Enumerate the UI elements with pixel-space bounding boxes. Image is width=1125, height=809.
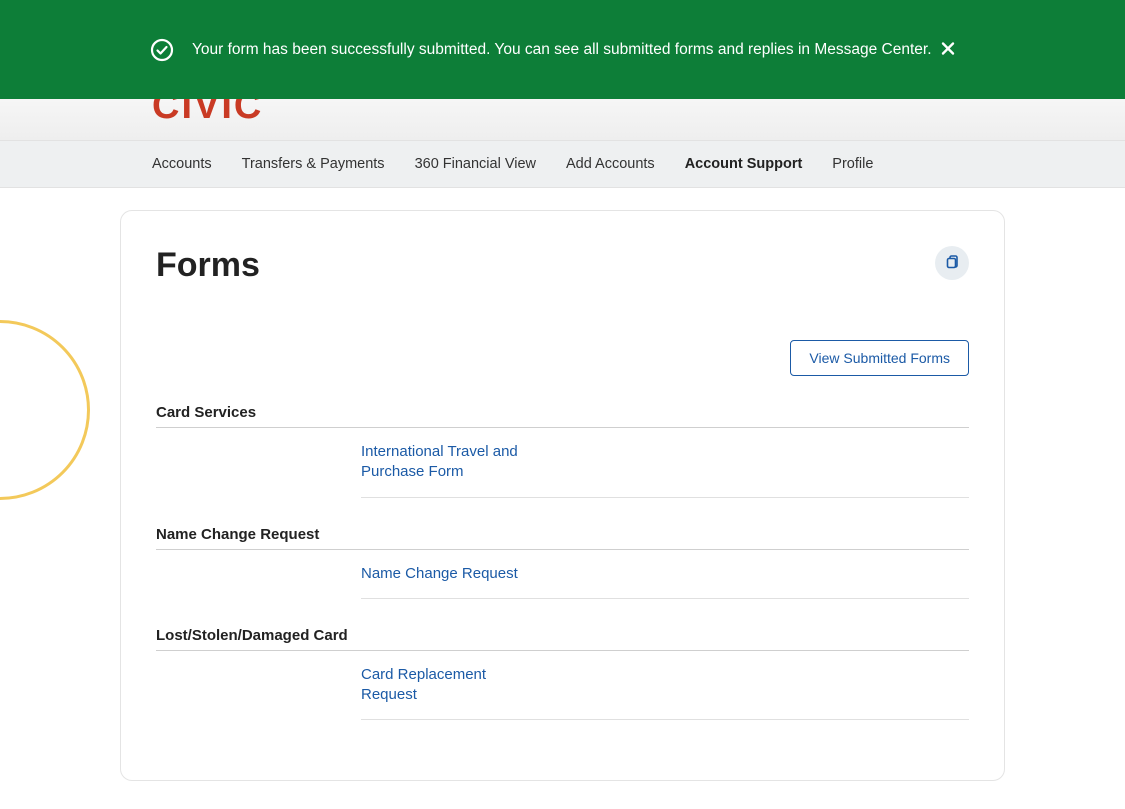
nav-add-accounts[interactable]: Add Accounts [566,156,655,172]
section-lost-stolen-damaged: Lost/Stolen/Damaged Card Card Replacemen… [156,627,969,721]
forms-card: Forms View Submitted Forms Card Services… [120,210,1005,781]
copy-icon-button[interactable] [935,246,969,280]
page-title: Forms [156,246,260,285]
form-link-card-replacement[interactable]: Card Replacement Request [361,665,541,706]
header-strip: CIVIC [0,99,1125,141]
success-banner: Your form has been successfully submitte… [0,0,1125,99]
nav-account-support[interactable]: Account Support [685,156,803,172]
form-link-international-travel[interactable]: International Travel and Purchase Form [361,442,541,483]
section-title: Name Change Request [156,526,969,550]
nav-profile[interactable]: Profile [832,156,873,172]
view-submitted-forms-button[interactable]: View Submitted Forms [790,340,969,376]
form-link-name-change[interactable]: Name Change Request [361,564,518,584]
section-title: Card Services [156,404,969,428]
section-title: Lost/Stolen/Damaged Card [156,627,969,651]
section-name-change: Name Change Request Name Change Request [156,526,969,599]
nav-accounts[interactable]: Accounts [152,156,212,172]
main-nav: Accounts Transfers & Payments 360 Financ… [0,141,1125,188]
section-card-services: Card Services International Travel and P… [156,404,969,498]
check-circle-icon [150,38,174,62]
nav-transfers-payments[interactable]: Transfers & Payments [242,156,385,172]
nav-360-financial-view[interactable]: 360 Financial View [415,156,536,172]
close-icon[interactable] [941,39,955,60]
banner-message: Your form has been successfully submitte… [192,41,932,59]
